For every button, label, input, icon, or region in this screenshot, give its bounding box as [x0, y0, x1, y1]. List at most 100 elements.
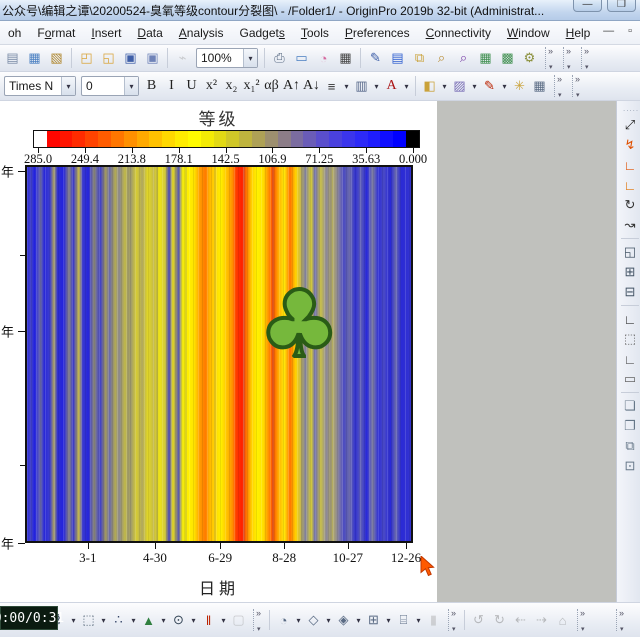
greek-button[interactable]: αβ [262, 76, 281, 97]
dropdown-caret-icon[interactable] [500, 76, 509, 97]
rotate-cw-icon[interactable]: ↻ [489, 610, 510, 631]
tilt-left-icon[interactable]: ⇠ [510, 610, 531, 631]
arrange-layer-3-icon[interactable]: ⧉ [620, 436, 640, 456]
arrange-layer-1-icon[interactable]: ❏ [620, 396, 640, 416]
pie-3d-icon[interactable]: ◔ [273, 610, 294, 631]
new-workbook-icon[interactable]: ▤ [2, 48, 23, 69]
font-color-button[interactable]: A [382, 76, 401, 97]
new-top-axes-icon[interactable]: ∟ [620, 175, 640, 195]
dropdown-caret-icon[interactable] [470, 76, 479, 97]
line-color-button[interactable]: ✎ [480, 76, 499, 97]
left-axis-icon[interactable]: ∟ [620, 349, 640, 369]
menu-format[interactable]: Format [29, 23, 83, 43]
extract-panel-icon[interactable]: ◱ [620, 242, 640, 262]
menu-tools[interactable]: Tools [293, 23, 337, 43]
bottom-left-axes-icon[interactable]: ∟ [620, 309, 640, 329]
zoom-dropdown-icon[interactable] [243, 49, 257, 67]
dropdown-caret-icon[interactable] [69, 610, 78, 631]
colorbar-scale[interactable] [33, 130, 420, 148]
bold-button[interactable]: B [142, 76, 161, 97]
scatter-plot-icon[interactable]: ∴ [108, 610, 129, 631]
project-explorer-icon[interactable]: ⧉ [409, 48, 430, 69]
font-size-dropdown-icon[interactable] [124, 77, 138, 95]
open-icon[interactable]: ◰ [76, 48, 97, 69]
zoom-combobox[interactable]: 100% [196, 48, 258, 68]
new-right-axes-icon[interactable]: ∟ [620, 155, 640, 175]
pattern-button[interactable]: ▨ [450, 76, 469, 97]
dropdown-caret-icon[interactable] [372, 76, 381, 97]
decrease-font-button[interactable]: A↓ [302, 76, 321, 97]
rescale-icon[interactable]: ⤢ [620, 115, 640, 135]
bars-3d-icon[interactable]: ⌸ [393, 610, 414, 631]
contour-heatmap-plot[interactable] [25, 165, 413, 543]
menu-graph-partial[interactable]: oh [0, 23, 29, 43]
child-restore-button[interactable]: ▫ [628, 25, 632, 37]
toolbar-overflow-grip[interactable] [581, 47, 594, 69]
extract-layers-icon[interactable]: ⊞ [620, 262, 640, 282]
grid-button[interactable]: ▦ [530, 76, 549, 97]
font-size-combobox[interactable]: 0 [81, 76, 139, 96]
video-record-icon[interactable]: ◔ [313, 48, 334, 69]
underline-button[interactable]: U [182, 76, 201, 97]
new-graph-icon[interactable]: ▦ [24, 48, 45, 69]
clover-overlay-image[interactable]: ♣ [258, 279, 340, 371]
dropdown-caret-icon[interactable] [219, 610, 228, 631]
wireframe-3d-icon[interactable]: ◈ [333, 610, 354, 631]
surface-3d-icon[interactable]: ◇ [303, 610, 324, 631]
options-gears-icon[interactable]: ⚙ [519, 48, 540, 69]
dropdown-caret-icon[interactable] [324, 610, 333, 631]
rerun-animation-icon[interactable]: ↝ [620, 215, 640, 235]
dropdown-caret-icon[interactable] [189, 610, 198, 631]
title-bar[interactable]: 公众号\编辑之谭\20200524-臭氧等级contour分裂图\ - /Fol… [0, 0, 640, 21]
toolbar-overflow-grip[interactable] [253, 609, 266, 631]
rotate-ccw-icon[interactable]: ↺ [468, 610, 489, 631]
import-wizard-icon[interactable]: ⌁ [172, 48, 193, 69]
print-icon[interactable]: ⎙ [269, 48, 290, 69]
subscript-button[interactable]: x₂ [222, 76, 241, 97]
child-minimize-button[interactable]: — [603, 25, 614, 37]
stock-plot-icon[interactable]: ‖ [198, 610, 219, 631]
menu-help[interactable]: Help [558, 23, 599, 43]
save-icon[interactable]: ▣ [120, 48, 141, 69]
multi-panel-icon[interactable]: ▢ [228, 610, 249, 631]
toolbar-overflow-grip[interactable] [572, 75, 585, 97]
dropdown-caret-icon[interactable] [129, 610, 138, 631]
image-plot-icon[interactable]: ▮ [423, 610, 444, 631]
glow-button[interactable]: ✳ [510, 76, 529, 97]
new-note-icon[interactable]: ▧ [46, 48, 67, 69]
menu-data[interactable]: Data [129, 23, 170, 43]
toolbar-overflow-grip[interactable] [448, 609, 461, 631]
graph-page[interactable]: 等级 285.0249.4213.8178.1142.5106.971.2535… [0, 101, 437, 602]
dropdown-caret-icon[interactable] [99, 610, 108, 631]
column-format-button[interactable]: ▥ [352, 76, 371, 97]
restore-button[interactable]: ❐ [607, 0, 636, 12]
dropdown-caret-icon[interactable] [414, 610, 423, 631]
dashed-frame-icon[interactable]: ⬚ [620, 329, 640, 349]
alignment-button[interactable]: ≡ [322, 76, 341, 97]
open-template-icon[interactable]: ◱ [98, 48, 119, 69]
template-library-icon[interactable]: ⬚ [78, 610, 99, 631]
merge-layers-icon[interactable]: ⊟ [620, 282, 640, 302]
area-plot-icon[interactable]: ▲ [138, 610, 159, 631]
polar-plot-icon[interactable]: ⊙ [168, 610, 189, 631]
dropdown-caret-icon[interactable] [294, 610, 303, 631]
edit-worksheet-icon[interactable]: ▩ [497, 48, 518, 69]
contour-table-icon[interactable]: ⊞ [363, 610, 384, 631]
menu-connectivity[interactable]: Connectivity [418, 23, 499, 43]
font-dropdown-icon[interactable] [61, 77, 75, 95]
dropdown-caret-icon[interactable] [402, 76, 411, 97]
italic-button[interactable]: I [162, 76, 181, 97]
font-combobox[interactable]: Times N [4, 76, 76, 96]
toolbar-overflow-grip[interactable] [577, 609, 590, 631]
subsuperscript-button[interactable]: x₁² [242, 76, 261, 97]
menu-window[interactable]: Window [499, 23, 558, 43]
refresh-icon[interactable]: ↻ [620, 195, 640, 215]
box-frame-icon[interactable]: ▭ [620, 369, 640, 389]
dropdown-caret-icon[interactable] [354, 610, 363, 631]
dropdown-caret-icon[interactable] [159, 610, 168, 631]
menu-analysis[interactable]: Analysis [171, 23, 232, 43]
reset-rotation-icon[interactable]: ⌂ [552, 610, 573, 631]
find-graph-icon[interactable]: ⌕ [453, 48, 474, 69]
menu-preferences[interactable]: Preferences [337, 23, 418, 43]
save-template-icon[interactable]: ▣ [142, 48, 163, 69]
